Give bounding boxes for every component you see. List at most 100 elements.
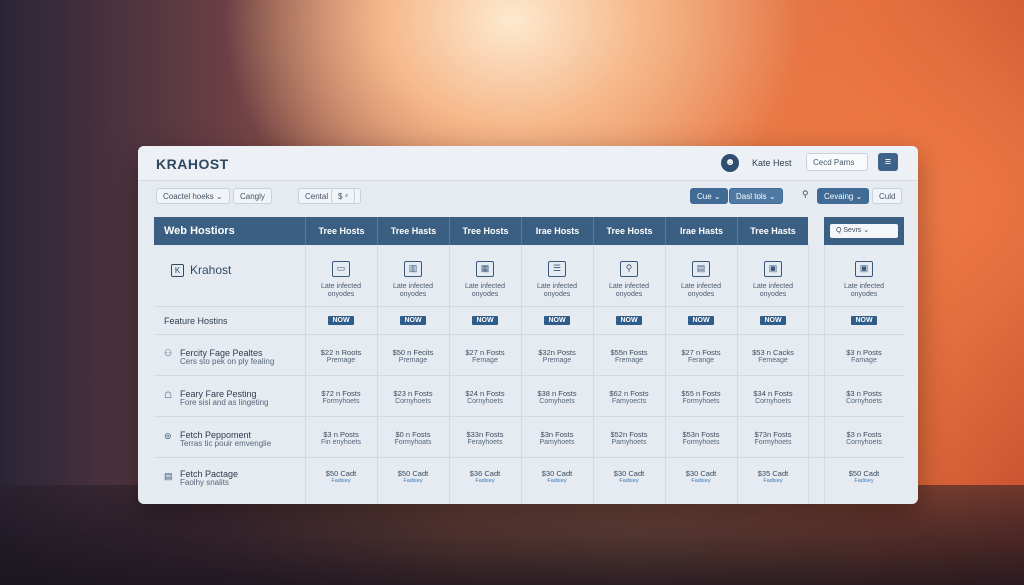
price-cell: $3n Fosts bbox=[540, 430, 574, 439]
filter-chip-could[interactable]: Culd bbox=[872, 188, 903, 204]
pricing-panel: KRAHOST ☻ Kate Hest Cecd Pams ≡ Coactel … bbox=[138, 146, 918, 504]
filter-chip-hosts[interactable]: Coactel hoeks ⌄ bbox=[156, 188, 230, 204]
column-header-6[interactable]: Irae Hasts bbox=[665, 217, 737, 245]
top-bar: KRAHOST ☻ Kate Hest Cecd Pams ≡ bbox=[138, 146, 918, 181]
price-subtext: Cornyhoets bbox=[846, 398, 882, 405]
price-link[interactable]: Fadisey bbox=[824, 478, 904, 485]
now-badge[interactable]: NOW bbox=[851, 316, 877, 325]
user-name[interactable]: Kate Hest bbox=[752, 158, 792, 168]
now-badge[interactable]: NOW bbox=[544, 316, 570, 325]
price-subtext: Pamyhoets bbox=[539, 439, 575, 446]
price-subtext: Premage bbox=[542, 357, 572, 364]
filter-chip-cue[interactable]: Cue ⌄ bbox=[690, 188, 728, 204]
price-cell: $27 n Fosts bbox=[465, 348, 505, 357]
user-avatar[interactable]: ☻ bbox=[721, 154, 739, 172]
row-subtitle: Faolhy snalits bbox=[180, 478, 229, 487]
price-subtext: Femage bbox=[472, 357, 498, 364]
icon-caption: Late infected onyodes bbox=[752, 283, 794, 298]
now-badge[interactable]: NOW bbox=[328, 316, 354, 325]
now-badge[interactable]: NOW bbox=[472, 316, 498, 325]
side-search-select[interactable]: Q Sevrs ⌄ bbox=[830, 224, 898, 238]
price-cell: $3 n Posts bbox=[323, 430, 359, 439]
price-cell: $30 Cadt bbox=[613, 469, 645, 478]
now-badge[interactable]: NOW bbox=[760, 316, 786, 325]
price-link[interactable]: Fadisey bbox=[449, 478, 521, 485]
table-header: Web Hostiors Tree Hosts Tree Hasts Tree … bbox=[154, 217, 808, 245]
column-header-1[interactable]: Tree Hosts bbox=[305, 217, 377, 245]
price-link[interactable]: Fadisey bbox=[665, 478, 737, 485]
column-header-3[interactable]: Tree Hosts bbox=[449, 217, 521, 245]
price-cell: $3 n Posts bbox=[846, 389, 882, 398]
price-subtext: Ferayhoets bbox=[467, 439, 503, 446]
hosting-plan-icon: ☰ bbox=[548, 261, 566, 277]
price-subtext: Premage bbox=[326, 357, 356, 364]
price-subtext: Pamyhoets bbox=[611, 439, 647, 446]
price-subtext: Cornyhoets bbox=[467, 398, 503, 405]
hosting-plan-icon: ▣ bbox=[855, 261, 873, 277]
icon-caption: Late infected onyodes bbox=[320, 283, 362, 298]
hosting-plan-icon: ▭ bbox=[332, 261, 350, 277]
price-subtext: Cornyhoets bbox=[395, 398, 431, 405]
price-cell: $52n Fosts bbox=[610, 430, 648, 439]
price-cell: $55 n Fosts bbox=[681, 389, 721, 398]
filter-chip-tools[interactable]: Dasl tols ⌄ bbox=[729, 188, 783, 204]
price-link[interactable]: Fadisey bbox=[377, 478, 449, 485]
brand-logo: K Krahost bbox=[171, 263, 231, 277]
price-cell: $35 Cadt bbox=[757, 469, 789, 478]
grid-line bbox=[154, 334, 904, 335]
search-icon[interactable]: ⚲ bbox=[802, 189, 809, 200]
hosting-plan-icon: ▥ bbox=[404, 261, 422, 277]
hosting-plan-icon: ▤ bbox=[692, 261, 710, 277]
hosting-plan-icon: ⚲ bbox=[620, 261, 638, 277]
brand-name: Krahost bbox=[190, 263, 232, 277]
price-cell: $72 n Fosts bbox=[321, 389, 361, 398]
price-cell: $30 Cadt bbox=[685, 469, 717, 478]
filter-chip-saving[interactable]: Cevaing ⌄ bbox=[817, 188, 870, 204]
price-cell: $50 n Fecits bbox=[392, 348, 434, 357]
user-icon: ⚇ bbox=[164, 348, 173, 358]
price-subtext: Famyoects bbox=[611, 398, 647, 405]
price-cell: $62 n Fosts bbox=[609, 389, 649, 398]
price-subtext: Formyhoets bbox=[754, 439, 792, 446]
row-subtitle: Cers sto pek on ply fealing bbox=[180, 357, 275, 366]
filter-chip-capacity[interactable]: Cangly bbox=[233, 188, 272, 204]
now-badge[interactable]: NOW bbox=[688, 316, 714, 325]
now-badge[interactable]: NOW bbox=[400, 316, 426, 325]
lock-icon: ☖ bbox=[164, 390, 173, 400]
price-link[interactable]: Fadisey bbox=[305, 478, 377, 485]
grid-line bbox=[154, 457, 904, 458]
column-header-5[interactable]: Tree Hosts bbox=[593, 217, 665, 245]
price-link[interactable]: Fadisey bbox=[521, 478, 593, 485]
column-header-2[interactable]: Tree Hasts bbox=[377, 217, 449, 245]
grid-line bbox=[154, 375, 904, 376]
price-cell: $53 n Cacks bbox=[752, 348, 794, 357]
price-cell: $53n Fosts bbox=[682, 430, 720, 439]
price-cell: $73n Fosts bbox=[754, 430, 792, 439]
header-search-input[interactable]: Cecd Pams bbox=[806, 153, 868, 171]
price-cell: $22 n Roots bbox=[320, 348, 362, 357]
icon-caption: Late infected onyodes bbox=[608, 283, 650, 298]
target-icon: ⊚ bbox=[164, 431, 172, 441]
row-subtitle: Fore sisl and as lingeting bbox=[180, 398, 269, 407]
icon-caption: Late infected onyodes bbox=[464, 283, 506, 298]
app-logo[interactable]: KRAHOST bbox=[156, 156, 229, 172]
price-subtext: Fin enyhoets bbox=[320, 439, 362, 446]
icon-caption: Late infected onyodes bbox=[392, 283, 434, 298]
hamburger-menu-button[interactable]: ≡ bbox=[878, 153, 898, 171]
price-subtext: Premage bbox=[398, 357, 428, 364]
grid-line bbox=[154, 306, 904, 307]
price-cell: $50 Cadt bbox=[325, 469, 357, 478]
price-link[interactable]: Fadisey bbox=[593, 478, 665, 485]
price-subtext: Cornyhoets bbox=[755, 398, 791, 405]
now-badge[interactable]: NOW bbox=[616, 316, 642, 325]
price-link[interactable]: Fadisey bbox=[737, 478, 809, 485]
price-cell: $27 n Fosts bbox=[681, 348, 721, 357]
price-cell: $38 n Fosts bbox=[537, 389, 577, 398]
brand-mark-icon: K bbox=[171, 264, 184, 277]
price-cell: $55n Fosts bbox=[610, 348, 648, 357]
price-subtext: Fremage bbox=[614, 357, 643, 364]
filter-chip-price[interactable]: $ ⁴ bbox=[331, 188, 356, 204]
column-header-7[interactable]: Tree Hasts bbox=[737, 217, 808, 245]
icon-caption: Late infected onyodes bbox=[680, 283, 722, 298]
column-header-4[interactable]: Irae Hosts bbox=[521, 217, 593, 245]
